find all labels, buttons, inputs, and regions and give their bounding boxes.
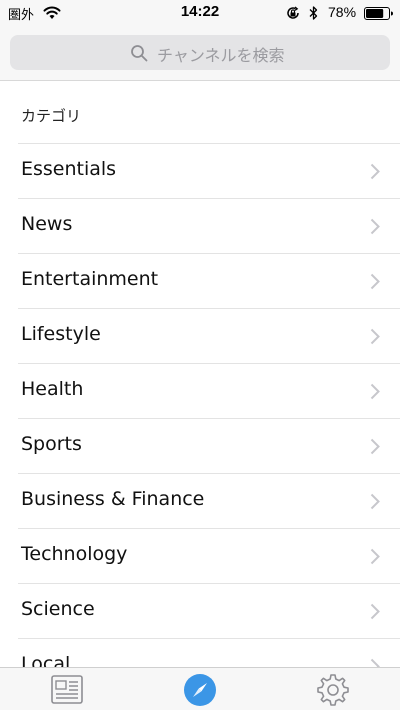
search-header: チャンネルを検索 <box>0 26 400 81</box>
orientation-lock-icon <box>287 6 299 19</box>
gear-icon[interactable] <box>316 673 350 707</box>
chevron-right-icon <box>370 438 380 455</box>
category-row-lifestyle[interactable]: Lifestyle <box>18 308 400 363</box>
category-row-science[interactable]: Science <box>18 583 400 638</box>
category-list: Essentials News Entertainment Lifestyle … <box>0 143 400 667</box>
category-label: Business & Finance <box>21 488 205 510</box>
battery-percent: 78% <box>328 4 357 20</box>
category-row-technology[interactable]: Technology <box>18 528 400 583</box>
chevron-right-icon <box>370 383 380 400</box>
category-label: News <box>21 213 73 235</box>
search-input[interactable]: チャンネルを検索 <box>10 35 390 70</box>
search-icon <box>131 45 148 62</box>
category-label: Lifestyle <box>21 323 101 345</box>
category-list-view[interactable]: カテゴリ Essentials News Entertainment Lifes… <box>0 81 400 667</box>
chevron-right-icon <box>370 493 380 510</box>
category-row-sports[interactable]: Sports <box>18 418 400 473</box>
chevron-right-icon <box>370 548 380 565</box>
battery-icon <box>364 7 393 20</box>
compass-icon[interactable] <box>183 673 217 707</box>
chevron-right-icon <box>370 218 380 235</box>
search-placeholder: チャンネルを検索 <box>157 46 285 65</box>
category-row-entertainment[interactable]: Entertainment <box>18 253 400 308</box>
chevron-right-icon <box>370 658 380 667</box>
bluetooth-icon <box>309 6 318 20</box>
category-row-local[interactable]: Local <box>18 638 400 667</box>
section-title: カテゴリ <box>21 107 82 125</box>
battery-fill <box>366 9 384 18</box>
newspaper-icon[interactable] <box>50 673 84 707</box>
category-row-business-finance[interactable]: Business & Finance <box>18 473 400 528</box>
tab-bar <box>0 667 400 710</box>
chevron-right-icon <box>370 603 380 620</box>
category-row-essentials[interactable]: Essentials <box>18 143 400 198</box>
category-row-health[interactable]: Health <box>18 363 400 418</box>
category-label: Sports <box>21 433 82 455</box>
status-bar: 圏外 14:22 78% <box>0 0 400 26</box>
chevron-right-icon <box>370 328 380 345</box>
chevron-right-icon <box>370 163 380 180</box>
category-row-news[interactable]: News <box>18 198 400 253</box>
category-label: Technology <box>21 543 128 565</box>
category-label: Science <box>21 598 95 620</box>
category-label: Entertainment <box>21 268 159 290</box>
category-label: Essentials <box>21 158 117 180</box>
category-label: Local <box>21 653 71 667</box>
chevron-right-icon <box>370 273 380 290</box>
category-label: Health <box>21 378 84 400</box>
